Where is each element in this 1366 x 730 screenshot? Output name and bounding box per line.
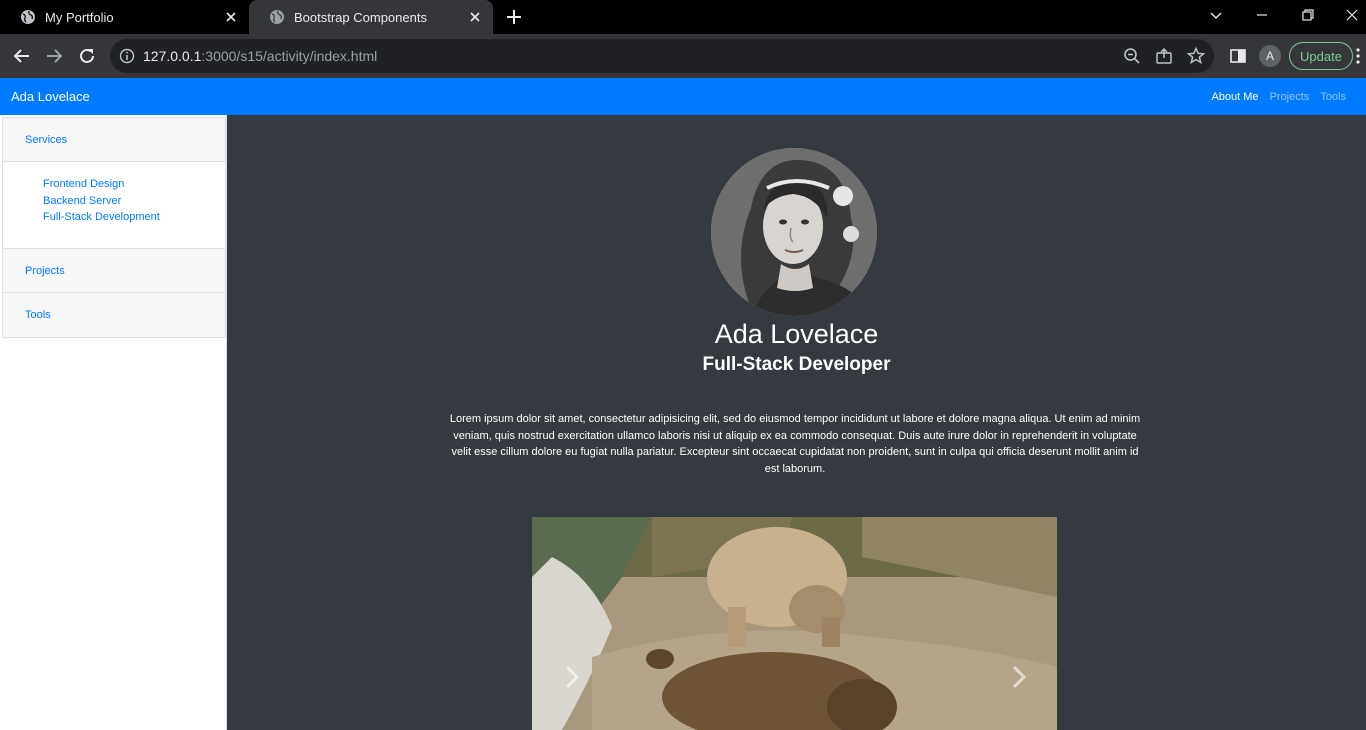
tab-title: My Portfolio (45, 9, 114, 25)
globe-icon (21, 10, 35, 24)
url-text[interactable]: 127.0.0.1:3000/s15/activity/index.html (143, 48, 377, 64)
browser-tab-strip: My Portfolio Bootstrap Components (0, 0, 1366, 34)
arrow-right-icon[interactable] (44, 46, 64, 66)
update-button[interactable]: Update (1289, 42, 1353, 70)
tab-my-portfolio[interactable]: My Portfolio (0, 0, 249, 34)
sidebar: Services Frontend Design Backend Server … (0, 115, 227, 730)
accordion-header-projects[interactable]: Projects (3, 249, 225, 293)
profile-name: Ada Lovelace (714, 319, 879, 349)
close-window-icon[interactable] (1344, 7, 1360, 23)
service-link-backend-server[interactable]: Backend Server (43, 193, 225, 210)
tab-title: Bootstrap Components (294, 9, 427, 25)
service-link-frontend-design[interactable]: Frontend Design (43, 176, 225, 193)
browser-toolbar: 127.0.0.1:3000/s15/activity/index.html A… (0, 34, 1366, 78)
portrait-illustration (711, 148, 877, 316)
accordion-header-tools[interactable]: Tools (3, 293, 225, 337)
main-profile-section: Ada Lovelace Full-Stack Developer Lorem … (227, 115, 1366, 730)
accordion-body-services: Frontend Design Backend Server Full-Stac… (3, 162, 225, 249)
close-icon[interactable] (467, 9, 483, 25)
profile-role: Full-Stack Developer (702, 354, 891, 375)
profile-avatar[interactable]: A (1259, 45, 1281, 67)
side-panel-icon[interactable] (1228, 46, 1248, 66)
nav-link-projects[interactable]: Projects (1270, 91, 1310, 103)
site-info-icon[interactable] (118, 47, 136, 65)
restore-icon[interactable] (1300, 7, 1316, 23)
profile-bio: Lorem ipsum dolor sit amet, consectetur … (449, 413, 1141, 475)
service-link-full-stack-development[interactable]: Full-Stack Development (43, 209, 225, 226)
navbar-links: About Me Projects Tools (1211, 91, 1346, 103)
more-menu-icon[interactable] (1353, 46, 1363, 66)
globe-icon (270, 10, 284, 24)
nav-link-tools[interactable]: Tools (1320, 91, 1346, 103)
profile-portrait (711, 148, 877, 316)
reload-icon[interactable] (77, 46, 97, 66)
image-carousel (532, 517, 1057, 730)
zoom-out-icon[interactable] (1122, 46, 1142, 66)
carousel-image-bears (532, 517, 1057, 730)
close-icon[interactable] (223, 9, 239, 25)
tab-bootstrap-components[interactable]: Bootstrap Components (249, 0, 493, 34)
nav-link-about-me[interactable]: About Me (1211, 91, 1258, 103)
tab-search-chevron-down-icon[interactable] (1208, 7, 1224, 23)
star-icon[interactable] (1186, 46, 1206, 66)
navbar-brand[interactable]: Ada Lovelace (11, 89, 90, 104)
accordion-header-services[interactable]: Services (3, 118, 225, 162)
arrow-left-icon[interactable] (12, 46, 32, 66)
share-icon[interactable] (1154, 46, 1174, 66)
new-tab-plus-icon[interactable] (505, 8, 523, 26)
page-content: Ada Lovelace About Me Projects Tools Ser… (0, 78, 1366, 730)
address-bar[interactable]: 127.0.0.1:3000/s15/activity/index.html (110, 39, 1214, 73)
sidebar-accordion: Services Frontend Design Backend Server … (2, 117, 226, 338)
top-navbar: Ada Lovelace About Me Projects Tools (0, 78, 1366, 115)
minimize-icon[interactable] (1254, 7, 1270, 23)
